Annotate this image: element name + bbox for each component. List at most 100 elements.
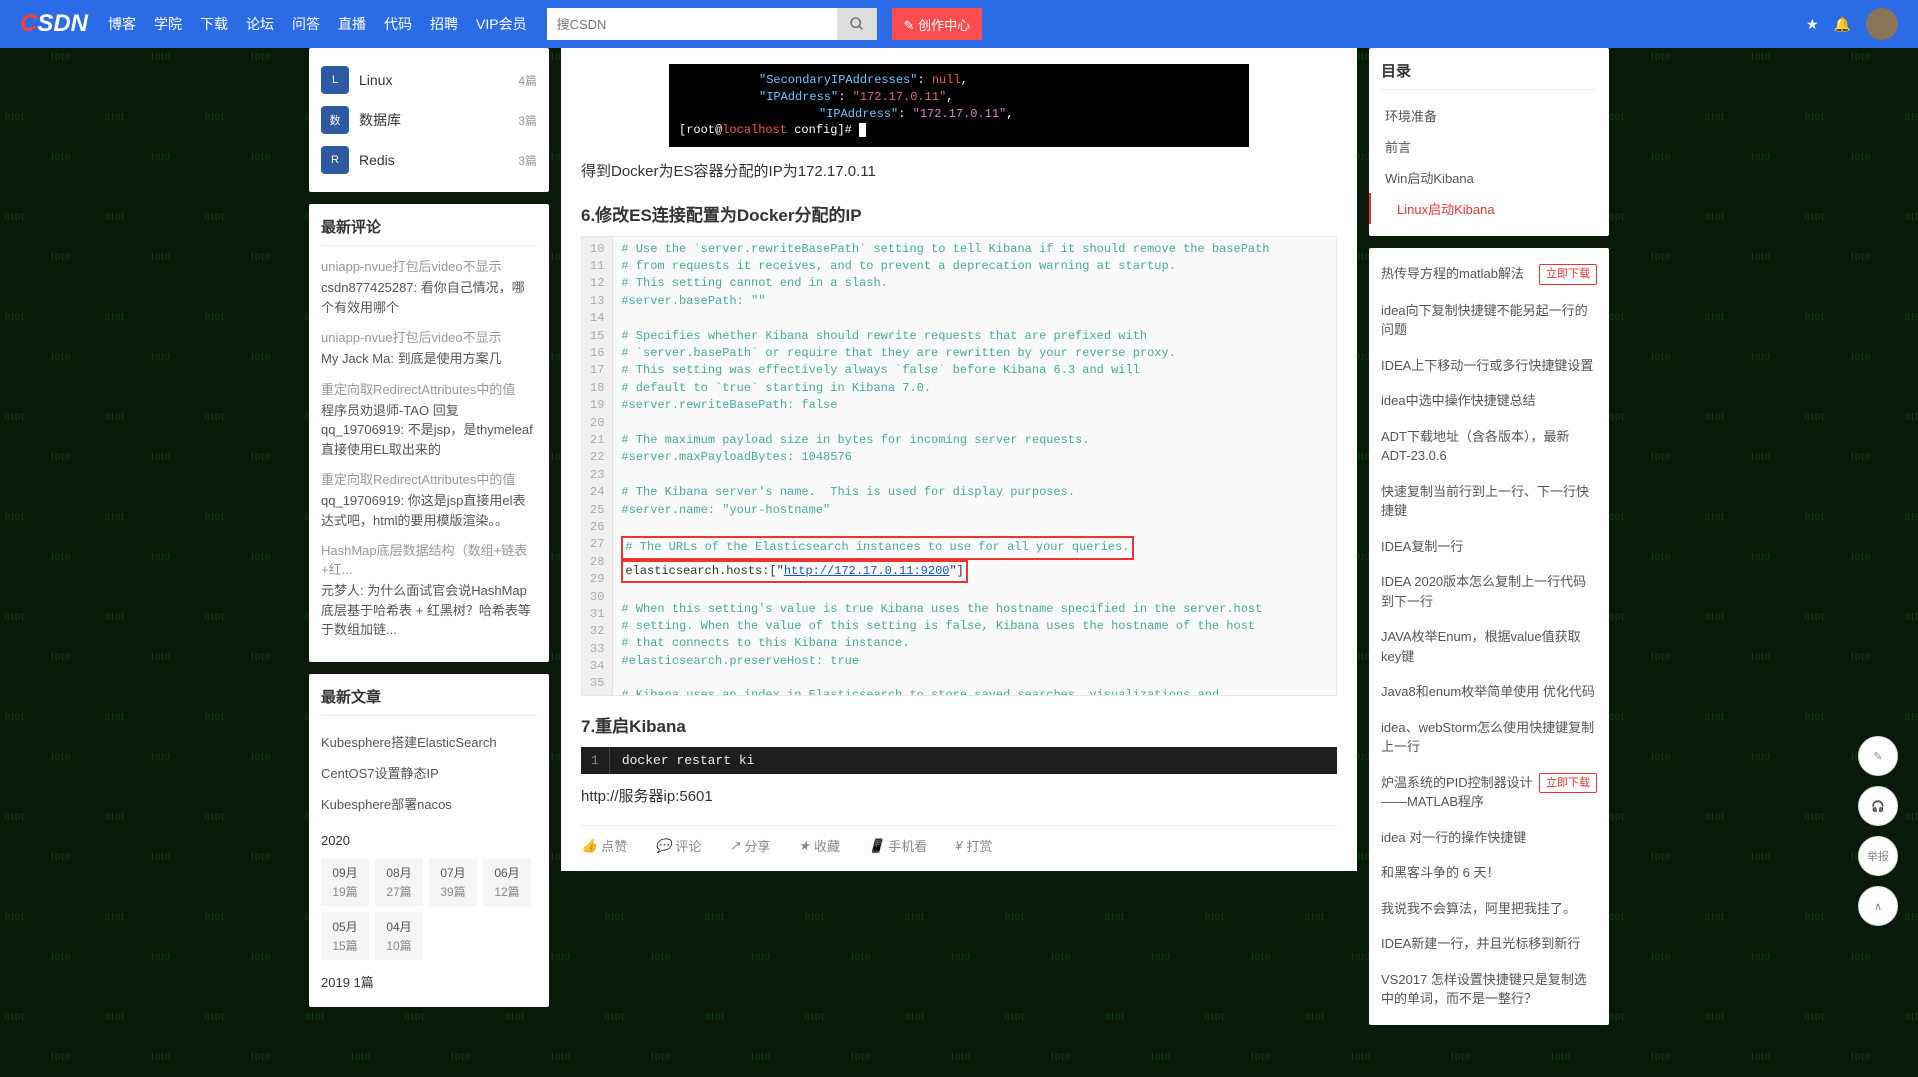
recommendation-item[interactable]: IDEA 2020版本怎么复制上一行代码到下一行 xyxy=(1381,564,1597,619)
action-打赏[interactable]: ¥ 打赏 xyxy=(955,836,992,855)
recommendation-item[interactable]: 炉温系统的PID控制器设计——MATLAB程序立即下载 xyxy=(1381,765,1597,820)
toc-card: 目录 环境准备前言Win启动KibanaLinux启动Kibana xyxy=(1369,48,1609,236)
recommendation-item[interactable]: VS2017 怎样设置快捷键只是复制选中的单词，而不是一整行？ xyxy=(1381,962,1597,1017)
recommendation-item[interactable]: 快速复制当前行到上一行、下一行快捷键 xyxy=(1381,474,1597,529)
month-box[interactable]: 08月27篇 xyxy=(375,858,423,906)
action-收藏[interactable]: ★ 收藏 xyxy=(798,836,840,855)
recommendation-item[interactable]: idea向下复制快捷键不能另起一行的问题 xyxy=(1381,293,1597,348)
command-block: 1 docker restart ki xyxy=(581,747,1337,774)
top-float-button[interactable]: ∧ xyxy=(1858,886,1898,926)
recommendation-item[interactable]: 和黑客斗争的 6 天！ xyxy=(1381,855,1597,891)
paragraph: http://服务器ip:5601 xyxy=(581,784,1337,810)
action-点赞[interactable]: 👍 点赞 xyxy=(581,836,627,855)
archive-year[interactable]: 2020 xyxy=(321,829,537,852)
nav-link[interactable]: 直播 xyxy=(338,14,366,34)
top-nav: CCSDNSDN 博客学院下载论坛问答直播代码招聘VIP会员 ✎ 创作中心 ★ … xyxy=(0,0,1918,48)
comment-item[interactable]: HashMap底层数据结构（数组+链表+红...元梦人: 为什么面试官会说Has… xyxy=(321,540,537,640)
toc-title: 目录 xyxy=(1381,60,1597,90)
comment-body: csdn877425287: 看你自己情况，哪个有效用哪个 xyxy=(321,278,537,317)
star-icon[interactable]: ★ xyxy=(1806,16,1819,33)
bell-icon[interactable]: 🔔 xyxy=(1834,16,1851,33)
recommendation-item[interactable]: Java8和enum枚举简单使用 优化代码 xyxy=(1381,674,1597,710)
month-box[interactable]: 06月12篇 xyxy=(483,858,531,906)
report-float-button[interactable]: 举报 xyxy=(1858,836,1898,876)
category-count: 4篇 xyxy=(518,72,537,89)
paragraph: 得到Docker为ES容器分配的IP为172.17.0.11 xyxy=(581,159,1337,185)
nav-link[interactable]: 下载 xyxy=(200,14,228,34)
comments-title: 最新评论 xyxy=(321,216,537,246)
comment-title: 重定向取RedirectAttributes中的值 xyxy=(321,469,537,488)
comment-item[interactable]: uniapp-nvue打包后video不显示My Jack Ma: 到底是使用方… xyxy=(321,327,537,369)
month-box[interactable]: 09月19篇 xyxy=(321,858,369,906)
logo[interactable]: CCSDNSDN xyxy=(20,10,88,38)
heading-6: 6.修改ES连接配置为Docker分配的IP xyxy=(581,201,1337,226)
recommendation-item[interactable]: IDEA复制一行 xyxy=(1381,529,1597,565)
code-block: 1011121314151617181920212223242526272829… xyxy=(581,236,1337,696)
recommendation-item[interactable]: idea、webStorm怎么使用快捷键复制上一行 xyxy=(1381,710,1597,765)
toc-item[interactable]: 前言 xyxy=(1381,131,1597,162)
recommendation-item[interactable]: IDEA上下移动一行或多行快捷键设置 xyxy=(1381,348,1597,384)
recommendation-item[interactable]: idea中选中操作快捷键总结 xyxy=(1381,383,1597,419)
edit-float-button[interactable]: ✎ xyxy=(1858,736,1898,776)
category-icon: 数 xyxy=(321,106,349,134)
category-item[interactable]: 数数据库3篇 xyxy=(321,100,537,140)
nav-link[interactable]: 论坛 xyxy=(246,14,274,34)
create-button[interactable]: ✎ 创作中心 xyxy=(892,8,983,40)
download-button[interactable]: 立即下载 xyxy=(1539,264,1597,285)
article-item[interactable]: CentOS7设置静态IP xyxy=(321,757,537,788)
comment-item[interactable]: 重定向取RedirectAttributes中的值程序员劝退师-TAO 回复 q… xyxy=(321,379,537,460)
category-item[interactable]: LLinux4篇 xyxy=(321,60,537,100)
comment-title: HashMap底层数据结构（数组+链表+红... xyxy=(321,540,537,578)
action-手机看[interactable]: 📱 手机看 xyxy=(868,836,927,855)
search-button[interactable] xyxy=(837,8,877,40)
comments-card: 最新评论 uniapp-nvue打包后video不显示 csdn877425287… xyxy=(309,204,549,662)
toc-item[interactable]: Win启动Kibana xyxy=(1381,162,1597,193)
action-评论[interactable]: 💬 评论 xyxy=(655,836,701,855)
article-item[interactable]: Kubesphere部署nacos xyxy=(321,788,537,819)
terminal-output: "SecondaryIPAddresses": null, "IPAddress… xyxy=(669,64,1249,147)
float-buttons: ✎ 🎧 举报 ∧ xyxy=(1858,736,1898,926)
comment-body: 元梦人: 为什么面试官会说HashMap底层基于哈希表 + 红黑树？哈希表等于数… xyxy=(321,581,537,640)
search-input[interactable] xyxy=(547,8,837,40)
nav-link[interactable]: 学院 xyxy=(154,14,182,34)
action-bar: 👍 点赞 💬 评论 ↗ 分享 ★ 收藏 📱 手机看 ¥ 打赏 xyxy=(581,825,1337,855)
article-item[interactable]: Kubesphere搭建ElasticSearch xyxy=(321,726,537,757)
articles-card: 最新文章 Kubesphere搭建ElasticSearchCentOS7设置静… xyxy=(309,674,549,1007)
action-分享[interactable]: ↗ 分享 xyxy=(729,836,770,855)
nav-link[interactable]: 代码 xyxy=(384,14,412,34)
nav-links: 博客学院下载论坛问答直播代码招聘 VIP会员 xyxy=(108,14,527,34)
recommendation-item[interactable]: JAVA枚举Enum，根据value值获取key键 xyxy=(1381,619,1597,674)
archive-2019[interactable]: 2019 1篇 xyxy=(321,968,537,995)
article-content: "SecondaryIPAddresses": null, "IPAddress… xyxy=(561,48,1357,871)
recommendation-item[interactable]: ADT下载地址（含各版本），最新ADT-23.0.6 xyxy=(1381,419,1597,474)
heading-7: 7.重启Kibana xyxy=(581,712,1337,737)
comment-title: uniapp-nvue打包后video不显示 xyxy=(321,256,537,275)
nav-link[interactable]: 问答 xyxy=(292,14,320,34)
recommendation-item[interactable]: IDEA新建一行，并且光标移到新行 xyxy=(1381,926,1597,962)
comment-body: qq_19706919: 你这是jsp直接用el表达式吧，html的要用模版渲染… xyxy=(321,491,537,530)
category-item[interactable]: RRedis3篇 xyxy=(321,140,537,180)
comment-item[interactable]: 重定向取RedirectAttributes中的值 qq_19706919: 你这… xyxy=(321,469,537,530)
month-box[interactable]: 04月10篇 xyxy=(375,912,423,960)
comment-item[interactable]: uniapp-nvue打包后video不显示 csdn877425287: 看你自… xyxy=(321,256,537,317)
articles-title: 最新文章 xyxy=(321,686,537,716)
month-box[interactable]: 07月39篇 xyxy=(429,858,477,906)
category-name: Linux xyxy=(359,72,392,88)
recommendation-item[interactable]: 热传导方程的matlab解法立即下载 xyxy=(1381,256,1597,293)
headset-float-button[interactable]: 🎧 xyxy=(1858,786,1898,826)
recommendations-card: 热传导方程的matlab解法立即下载idea向下复制快捷键不能另起一行的问题ID… xyxy=(1369,248,1609,1025)
nav-link[interactable]: 博客 xyxy=(108,14,136,34)
nav-link[interactable]: VIP会员 xyxy=(476,14,527,34)
recommendation-item[interactable]: 我说我不会算法，阿里把我挂了。 xyxy=(1381,891,1597,927)
nav-link[interactable]: 招聘 xyxy=(430,14,458,34)
avatar[interactable] xyxy=(1866,8,1898,40)
category-name: Redis xyxy=(359,152,395,168)
comment-title: uniapp-nvue打包后video不显示 xyxy=(321,327,537,346)
toc-item[interactable]: Linux启动Kibana xyxy=(1369,193,1597,224)
category-name: 数据库 xyxy=(359,110,401,130)
download-button[interactable]: 立即下载 xyxy=(1539,773,1597,794)
recommendation-item[interactable]: idea 对一行的操作快捷键 xyxy=(1381,820,1597,856)
comment-title: 重定向取RedirectAttributes中的值 xyxy=(321,379,537,398)
month-box[interactable]: 05月15篇 xyxy=(321,912,369,960)
toc-item[interactable]: 环境准备 xyxy=(1381,100,1597,131)
